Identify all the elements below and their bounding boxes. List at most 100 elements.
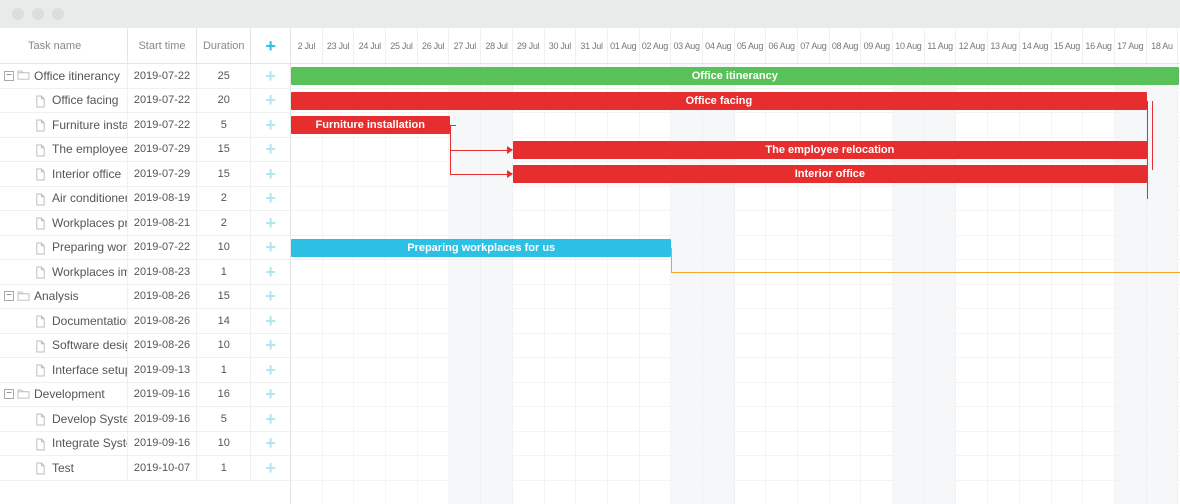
task-duration-cell[interactable]: 15	[197, 162, 251, 186]
add-task-icon[interactable]: +	[265, 459, 276, 477]
task-duration-cell[interactable]: 5	[197, 113, 251, 137]
task-name-cell[interactable]: Interface setup	[0, 358, 128, 382]
task-start-cell[interactable]: 2019-09-16	[128, 407, 198, 431]
task-start-cell[interactable]: 2019-07-22	[128, 64, 198, 88]
gantt-bar[interactable]: Office itinerancy	[291, 67, 1179, 85]
task-add-cell[interactable]: +	[251, 236, 290, 260]
task-name-cell[interactable]: Furniture install	[0, 113, 128, 137]
task-add-cell[interactable]: +	[251, 407, 290, 431]
task-start-cell[interactable]: 2019-09-13	[128, 358, 198, 382]
collapse-toggle-icon[interactable]: −	[4, 291, 14, 301]
task-add-cell[interactable]: +	[251, 383, 290, 407]
task-duration-cell[interactable]: 10	[197, 334, 251, 358]
window-dot-max[interactable]	[52, 8, 64, 20]
add-task-icon[interactable]: +	[265, 434, 276, 452]
task-start-cell[interactable]: 2019-07-22	[128, 89, 198, 113]
task-name-cell[interactable]: Develop System	[0, 407, 128, 431]
task-duration-cell[interactable]: 1	[197, 358, 251, 382]
task-row[interactable]: Develop System2019-09-165+	[0, 407, 290, 432]
task-duration-cell[interactable]: 15	[197, 285, 251, 309]
add-task-icon[interactable]: +	[265, 116, 276, 134]
task-row[interactable]: Air conditioners2019-08-192+	[0, 187, 290, 212]
collapse-toggle-icon[interactable]: −	[4, 71, 14, 81]
task-duration-cell[interactable]: 1	[197, 456, 251, 480]
task-add-cell[interactable]: +	[251, 260, 290, 284]
task-name-cell[interactable]: Integrate Syster	[0, 432, 128, 456]
task-name-cell[interactable]: Workplaces pre	[0, 211, 128, 235]
task-duration-cell[interactable]: 10	[197, 236, 251, 260]
task-duration-cell[interactable]: 25	[197, 64, 251, 88]
add-task-icon[interactable]: +	[265, 238, 276, 256]
task-add-cell[interactable]: +	[251, 432, 290, 456]
task-row[interactable]: Documentation2019-08-2614+	[0, 309, 290, 334]
task-add-cell[interactable]: +	[251, 309, 290, 333]
task-name-cell[interactable]: Office facing	[0, 89, 128, 113]
task-name-cell[interactable]: −Office itinerancy	[0, 64, 128, 88]
task-row[interactable]: −Office itinerancy2019-07-2225+	[0, 64, 290, 89]
gantt-bar[interactable]: Furniture installation	[291, 116, 450, 134]
task-start-cell[interactable]: 2019-07-29	[128, 162, 198, 186]
task-duration-cell[interactable]: 14	[197, 309, 251, 333]
task-row[interactable]: Preparing workp2019-07-2210+	[0, 236, 290, 261]
task-add-cell[interactable]: +	[251, 285, 290, 309]
task-start-cell[interactable]: 2019-08-26	[128, 334, 198, 358]
task-start-cell[interactable]: 2019-08-21	[128, 211, 198, 235]
task-add-cell[interactable]: +	[251, 358, 290, 382]
col-header-duration[interactable]: Duration	[197, 28, 251, 63]
task-add-cell[interactable]: +	[251, 187, 290, 211]
add-task-icon[interactable]: +	[265, 385, 276, 403]
add-task-icon[interactable]: +	[265, 312, 276, 330]
add-task-icon[interactable]: +	[265, 91, 276, 109]
task-duration-cell[interactable]: 16	[197, 383, 251, 407]
task-row[interactable]: The employee r2019-07-2915+	[0, 138, 290, 163]
task-duration-cell[interactable]: 1	[197, 260, 251, 284]
task-row[interactable]: −Analysis2019-08-2615 +	[0, 285, 290, 310]
task-duration-cell[interactable]: 15	[197, 138, 251, 162]
task-duration-cell[interactable]: 2	[197, 187, 251, 211]
add-task-icon[interactable]: +	[265, 140, 276, 158]
task-name-cell[interactable]: −Development	[0, 383, 128, 407]
gantt-chart[interactable]: 2 Jul23 Jul24 Jul25 Jul26 Jul27 Jul28 Ju…	[291, 28, 1180, 504]
task-name-cell[interactable]: Air conditioners	[0, 187, 128, 211]
task-start-cell[interactable]: 2019-07-22	[128, 236, 198, 260]
task-add-cell[interactable]: +	[251, 456, 290, 480]
task-row[interactable]: −Development2019-09-1616 +	[0, 383, 290, 408]
add-task-icon[interactable]: +	[265, 287, 276, 305]
task-row[interactable]: Software desigr2019-08-2610+	[0, 334, 290, 359]
task-add-cell[interactable]: +	[251, 334, 290, 358]
add-task-icon[interactable]: +	[265, 263, 276, 281]
task-add-cell[interactable]: +	[251, 138, 290, 162]
col-header-taskname[interactable]: Task name	[0, 28, 128, 63]
task-name-cell[interactable]: Workplaces imp	[0, 260, 128, 284]
add-task-icon[interactable]: +	[265, 361, 276, 379]
task-row[interactable]: Office facing2019-07-2220+	[0, 89, 290, 114]
task-add-cell[interactable]: +	[251, 162, 290, 186]
task-name-cell[interactable]: The employee r	[0, 138, 128, 162]
task-start-cell[interactable]: 2019-08-26	[128, 285, 198, 309]
task-row[interactable]: Test2019-10-071 +	[0, 456, 290, 481]
gantt-bar[interactable]: Preparing workplaces for us	[291, 239, 671, 257]
task-name-cell[interactable]: Software desigr	[0, 334, 128, 358]
collapse-toggle-icon[interactable]: −	[4, 389, 14, 399]
task-name-cell[interactable]: −Analysis	[0, 285, 128, 309]
task-add-cell[interactable]: +	[251, 211, 290, 235]
gantt-bar[interactable]: The employee relocation	[513, 141, 1147, 159]
add-task-icon[interactable]: +	[265, 165, 276, 183]
task-duration-cell[interactable]: 5	[197, 407, 251, 431]
task-add-cell[interactable]: +	[251, 64, 290, 88]
task-row[interactable]: Integrate Syster2019-09-1610+	[0, 432, 290, 457]
task-add-cell[interactable]: +	[251, 89, 290, 113]
task-start-cell[interactable]: 2019-10-07	[128, 456, 198, 480]
task-name-cell[interactable]: Interior office	[0, 162, 128, 186]
add-task-icon[interactable]: +	[265, 214, 276, 232]
task-row[interactable]: Interior office2019-07-2915 +	[0, 162, 290, 187]
task-row[interactable]: Furniture install2019-07-225 +	[0, 113, 290, 138]
task-name-cell[interactable]: Test	[0, 456, 128, 480]
gantt-body[interactable]: Office itinerancyOffice facingFurniture …	[291, 64, 1180, 504]
gantt-bar[interactable]: Interior office	[513, 165, 1147, 183]
task-start-cell[interactable]: 2019-09-16	[128, 383, 198, 407]
add-task-icon[interactable]: +	[265, 189, 276, 207]
task-start-cell[interactable]: 2019-08-26	[128, 309, 198, 333]
task-duration-cell[interactable]: 2	[197, 211, 251, 235]
task-start-cell[interactable]: 2019-07-22	[128, 113, 198, 137]
